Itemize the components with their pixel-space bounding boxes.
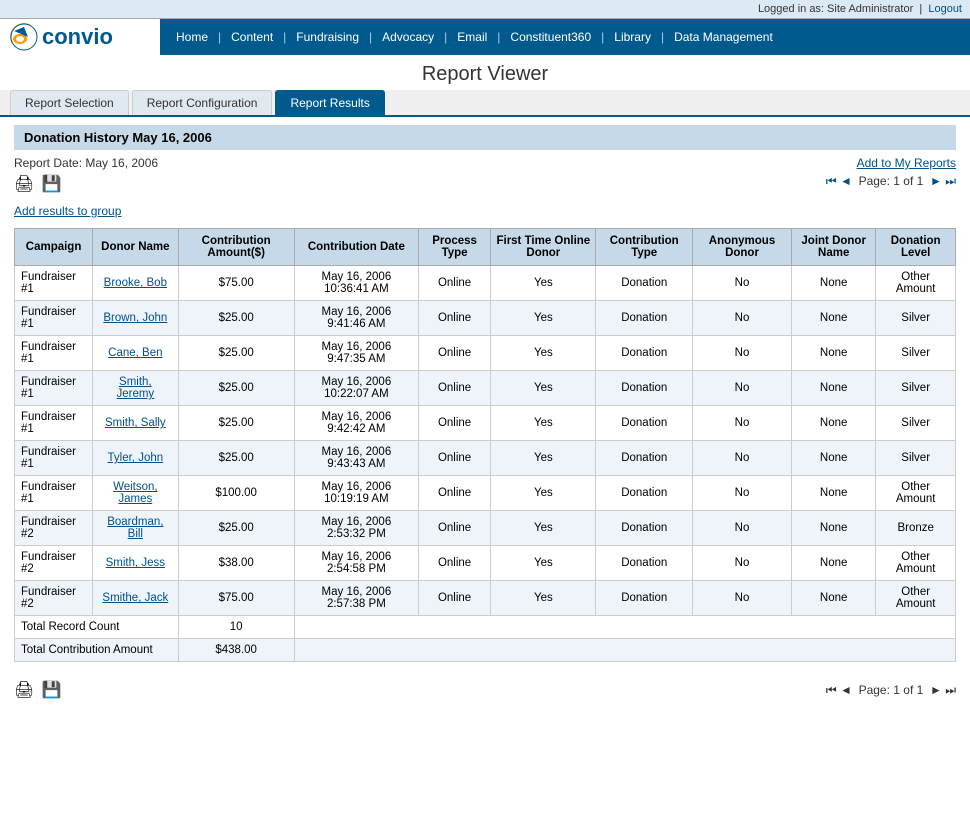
table-row: Fundraiser #2Boardman, Bill$25.00May 16,… (15, 511, 956, 546)
last-page-top[interactable]: ⏭ (945, 174, 956, 188)
nav-library[interactable]: Library (606, 24, 659, 50)
table-row: Fundraiser #1Smith, Sally$25.00May 16, 2… (15, 406, 956, 441)
total-record-count-label: Total Record Count (15, 616, 179, 639)
table-row: Fundraiser #1Cane, Ben$25.00May 16, 2006… (15, 336, 956, 371)
table-row: Fundraiser #1Tyler, John$25.00May 16, 20… (15, 441, 956, 476)
report-date: Report Date: May 16, 2006 (14, 156, 158, 170)
logo-area: convio (0, 19, 160, 55)
donor-name-link[interactable]: Tyler, John (108, 452, 164, 464)
first-page-top[interactable]: ⏮ (826, 174, 837, 188)
donor-name-link[interactable]: Smithe, Jack (102, 592, 168, 604)
add-to-reports-link[interactable]: Add to My Reports (857, 156, 956, 170)
prev-page-top[interactable]: ◄ (840, 174, 852, 188)
last-page-bottom[interactable]: ⏭ (945, 683, 956, 697)
nav-home[interactable]: Home (168, 24, 216, 50)
tab-report-results[interactable]: Report Results (275, 90, 384, 115)
table-row: Fundraiser #1Weitson, James$100.00May 16… (15, 476, 956, 511)
first-page-bottom[interactable]: ⏮ (826, 683, 837, 697)
report-title-bar: Donation History May 16, 2006 (14, 125, 956, 150)
save-icon-footer[interactable]: 💾 (42, 682, 62, 699)
data-table: Campaign Donor Name Contribution Amount(… (14, 228, 956, 662)
next-page-top[interactable]: ► (930, 174, 942, 188)
logout-link[interactable]: Logout (928, 3, 962, 15)
donor-name-link[interactable]: Brooke, Bob (104, 277, 167, 289)
report-meta-left: Report Date: May 16, 2006 🖨 💾 (14, 156, 158, 194)
col-anonymous: Anonymous Donor (693, 229, 792, 266)
col-joint-donor: Joint Donor Name (792, 229, 876, 266)
donor-name-link[interactable]: Brown, John (103, 312, 167, 324)
top-bar: Logged in as: Site Administrator | Logou… (0, 0, 970, 19)
report-section: Donation History May 16, 2006 Report Dat… (0, 117, 970, 676)
table-row: Fundraiser #1Smith, Jeremy$25.00May 16, … (15, 371, 956, 406)
report-title: Donation History May 16, 2006 (24, 130, 212, 145)
total-contribution-value: $438.00 (178, 639, 294, 662)
save-icon[interactable]: 💾 (42, 176, 62, 193)
col-process-type: Process Type (418, 229, 490, 266)
donor-name-link[interactable]: Smith, Jeremy (116, 376, 154, 400)
report-icons: 🖨 💾 (14, 174, 158, 194)
footer-area: 🖨 💾 ⏮ ◄ Page: 1 of 1 ► ⏭ (0, 676, 970, 710)
table-row: Fundraiser #1Brooke, Bob$75.00May 16, 20… (15, 266, 956, 301)
donor-name-link[interactable]: Cane, Ben (108, 347, 162, 359)
table-row: Fundraiser #1Brown, John$25.00May 16, 20… (15, 301, 956, 336)
print-icon-footer[interactable]: 🖨 (14, 682, 34, 699)
donor-name-link[interactable]: Smith, Sally (105, 417, 166, 429)
report-meta: Report Date: May 16, 2006 🖨 💾 Add to My … (14, 156, 956, 194)
table-row: Fundraiser #2Smith, Jess$38.00May 16, 20… (15, 546, 956, 581)
nav-constituent360[interactable]: Constituent360 (502, 24, 599, 50)
nav-bar: convio Home | Content | Fundraising | Ad… (0, 19, 970, 55)
page-info-bottom: Page: 1 of 1 (859, 683, 924, 697)
logo-icon (10, 23, 38, 51)
next-page-bottom[interactable]: ► (930, 683, 942, 697)
col-campaign: Campaign (15, 229, 93, 266)
pagination-top: ⏮ ◄ Page: 1 of 1 ► ⏭ (826, 174, 956, 189)
add-results-link[interactable]: Add results to group (14, 204, 121, 218)
tab-report-selection[interactable]: Report Selection (10, 90, 129, 115)
page-info-top: Page: 1 of 1 (859, 174, 924, 188)
donor-name-link[interactable]: Weitson, James (113, 481, 158, 505)
col-donor-name: Donor Name (93, 229, 178, 266)
col-contribution-type: Contribution Type (596, 229, 693, 266)
total-contribution-label: Total Contribution Amount (15, 639, 179, 662)
tabs-bar: Report Selection Report Configuration Re… (0, 90, 970, 117)
nav-advocacy[interactable]: Advocacy (374, 24, 442, 50)
nav-content[interactable]: Content (223, 24, 281, 50)
footer-icons: 🖨 💾 (14, 680, 66, 700)
total-record-count-value: 10 (178, 616, 294, 639)
pagination-bottom: ⏮ ◄ Page: 1 of 1 ► ⏭ (826, 683, 956, 698)
logo-text: convio (42, 24, 113, 50)
col-donation-level: Donation Level (876, 229, 956, 266)
col-contribution-date: Contribution Date (294, 229, 418, 266)
print-icon[interactable]: 🖨 (14, 176, 34, 193)
table-row: Fundraiser #2Smithe, Jack$75.00May 16, 2… (15, 581, 956, 616)
col-first-time: First Time Online Donor (491, 229, 596, 266)
tab-report-configuration[interactable]: Report Configuration (132, 90, 273, 115)
donor-name-link[interactable]: Boardman, Bill (107, 516, 163, 540)
page-title: Report Viewer (0, 55, 970, 90)
nav-data-management[interactable]: Data Management (666, 24, 781, 50)
nav-links: Home | Content | Fundraising | Advocacy … (160, 24, 970, 50)
nav-email[interactable]: Email (449, 24, 495, 50)
nav-fundraising[interactable]: Fundraising (288, 24, 367, 50)
donor-name-link[interactable]: Smith, Jess (106, 557, 165, 569)
prev-page-bottom[interactable]: ◄ (840, 683, 852, 697)
logged-in-text: Logged in as: Site Administrator (758, 3, 913, 15)
report-meta-right: Add to My Reports ⏮ ◄ Page: 1 of 1 ► ⏭ (826, 156, 956, 189)
col-amount: Contribution Amount($) (178, 229, 294, 266)
